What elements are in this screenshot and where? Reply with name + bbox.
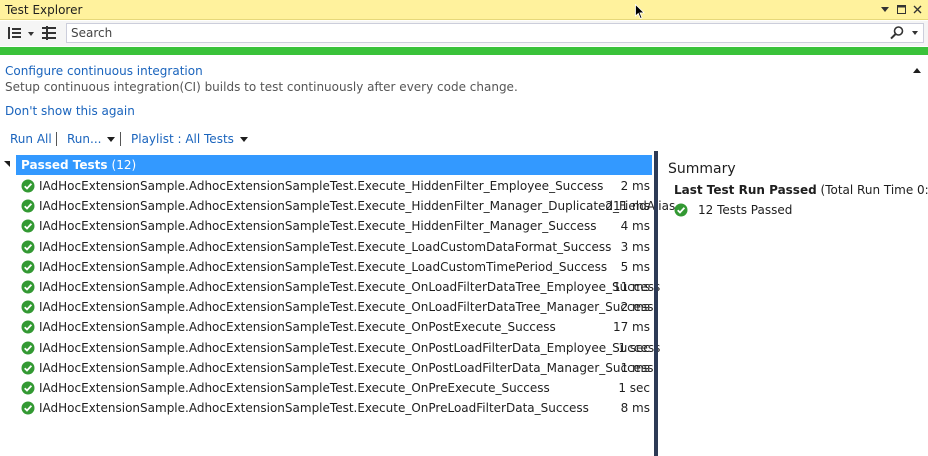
dropdown-icon[interactable]	[878, 2, 892, 18]
test-name: IAdHocExtensionSample.AdhocExtensionSamp…	[39, 239, 612, 254]
chevron-down-icon	[107, 137, 116, 142]
search-box[interactable]	[66, 23, 924, 43]
test-row[interactable]: IAdHocExtensionSample.AdhocExtensionSamp…	[18, 297, 654, 317]
collapse-banner-icon[interactable]	[913, 68, 921, 73]
test-name: IAdHocExtensionSample.AdhocExtensionSamp…	[39, 259, 608, 274]
test-row[interactable]: IAdHocExtensionSample.AdhocExtensionSamp…	[18, 196, 675, 216]
check-circle-icon	[21, 260, 35, 274]
total-run-time: (Total Run Time 0:00:16)	[820, 183, 928, 197]
test-row[interactable]: IAdHocExtensionSample.AdhocExtensionSamp…	[18, 358, 654, 378]
check-circle-icon	[21, 401, 35, 415]
check-circle-icon	[21, 219, 35, 233]
test-row[interactable]: IAdHocExtensionSample.AdhocExtensionSamp…	[18, 176, 654, 196]
test-row[interactable]: IAdHocExtensionSample.AdhocExtensionSamp…	[18, 237, 654, 257]
search-options-icon[interactable]	[912, 31, 918, 35]
check-circle-icon	[674, 203, 688, 217]
run-dropdown-button[interactable]: Run...	[67, 132, 116, 146]
test-duration: 211 ms	[605, 199, 650, 214]
check-circle-icon	[21, 361, 35, 375]
playlist-dropdown-button[interactable]: Playlist : All Tests	[131, 132, 248, 146]
check-circle-icon	[21, 280, 35, 294]
test-duration: 2 ms	[620, 179, 650, 193]
group-label: Passed Tests (12)	[21, 158, 137, 172]
search-icon[interactable]	[889, 25, 905, 41]
separator	[120, 132, 121, 146]
test-duration: 8 ms	[620, 401, 650, 416]
last-run-label: Last Test Run Passed	[674, 183, 817, 197]
test-name: IAdHocExtensionSample.AdhocExtensionSamp…	[39, 360, 654, 375]
test-name: IAdHocExtensionSample.AdhocExtensionSamp…	[39, 340, 661, 355]
run-status-bar	[0, 47, 928, 55]
group-by-dropdown-icon[interactable]	[27, 25, 35, 41]
test-name: IAdHocExtensionSample.AdhocExtensionSamp…	[39, 199, 676, 214]
test-duration: 3 ms	[620, 239, 650, 254]
check-circle-icon	[21, 179, 35, 193]
test-row[interactable]: IAdHocExtensionSample.AdhocExtensionSamp…	[18, 338, 660, 358]
run-all-button[interactable]: Run All	[10, 132, 52, 146]
test-duration: 17 ms	[612, 320, 650, 335]
title-bar: Test Explorer	[0, 0, 928, 20]
test-row[interactable]: IAdHocExtensionSample.AdhocExtensionSamp…	[18, 317, 654, 337]
check-circle-icon	[21, 381, 35, 395]
test-row[interactable]: IAdHocExtensionSample.AdhocExtensionSamp…	[18, 378, 654, 398]
test-duration: 5 ms	[620, 259, 650, 274]
test-row[interactable]: IAdHocExtensionSample.AdhocExtensionSamp…	[18, 257, 654, 277]
collapse-group-icon[interactable]	[4, 161, 10, 167]
test-row[interactable]: IAdHocExtensionSample.AdhocExtensionSamp…	[18, 277, 660, 297]
search-input[interactable]	[67, 24, 891, 42]
group-by-icon[interactable]	[7, 25, 23, 41]
test-name: IAdHocExtensionSample.AdhocExtensionSamp…	[39, 219, 597, 234]
chevron-down-icon	[239, 137, 248, 142]
test-duration: 1 sec	[618, 381, 650, 395]
check-circle-icon	[21, 300, 35, 314]
test-row[interactable]: IAdHocExtensionSample.AdhocExtensionSamp…	[18, 216, 654, 236]
check-circle-icon	[21, 320, 35, 334]
check-circle-icon	[21, 341, 35, 355]
test-name: IAdHocExtensionSample.AdhocExtensionSamp…	[39, 381, 550, 395]
configure-ci-link[interactable]: Configure continuous integration	[5, 64, 203, 78]
close-icon[interactable]	[910, 2, 924, 18]
check-circle-icon	[21, 240, 35, 254]
playlist-label: Playlist : All Tests	[131, 132, 234, 146]
test-name: IAdHocExtensionSample.AdhocExtensionSamp…	[39, 179, 604, 193]
test-name: IAdHocExtensionSample.AdhocExtensionSamp…	[39, 320, 556, 335]
tests-passed-label: 12 Tests Passed	[698, 203, 793, 217]
test-name: IAdHocExtensionSample.AdhocExtensionSamp…	[39, 401, 589, 416]
test-duration: 1 ms	[620, 360, 650, 375]
window-title: Test Explorer	[5, 3, 83, 17]
maximize-icon[interactable]	[894, 2, 908, 18]
separator	[56, 132, 57, 146]
test-name: IAdHocExtensionSample.AdhocExtensionSamp…	[39, 280, 661, 294]
passed-tests-group[interactable]: Passed Tests (12)	[16, 155, 652, 175]
run-label: Run...	[67, 132, 102, 146]
dont-show-link[interactable]: Don't show this again	[5, 104, 135, 118]
summary-title: Summary	[668, 161, 736, 177]
test-duration: 4 ms	[620, 219, 650, 234]
test-name: IAdHocExtensionSample.AdhocExtensionSamp…	[39, 300, 654, 315]
test-duration: 1 sec	[618, 340, 650, 355]
ci-description: Setup continuous integration(CI) builds …	[5, 80, 518, 94]
expand-list-icon[interactable]	[41, 25, 57, 41]
test-row[interactable]: IAdHocExtensionSample.AdhocExtensionSamp…	[18, 398, 654, 418]
test-duration: 11 ms	[612, 280, 650, 294]
test-duration: 2 ms	[620, 300, 650, 315]
check-circle-icon	[21, 199, 35, 213]
pane-splitter[interactable]	[654, 151, 658, 456]
last-run-status: Last Test Run Passed (Total Run Time 0:0…	[674, 183, 928, 197]
toolbar	[0, 21, 928, 46]
